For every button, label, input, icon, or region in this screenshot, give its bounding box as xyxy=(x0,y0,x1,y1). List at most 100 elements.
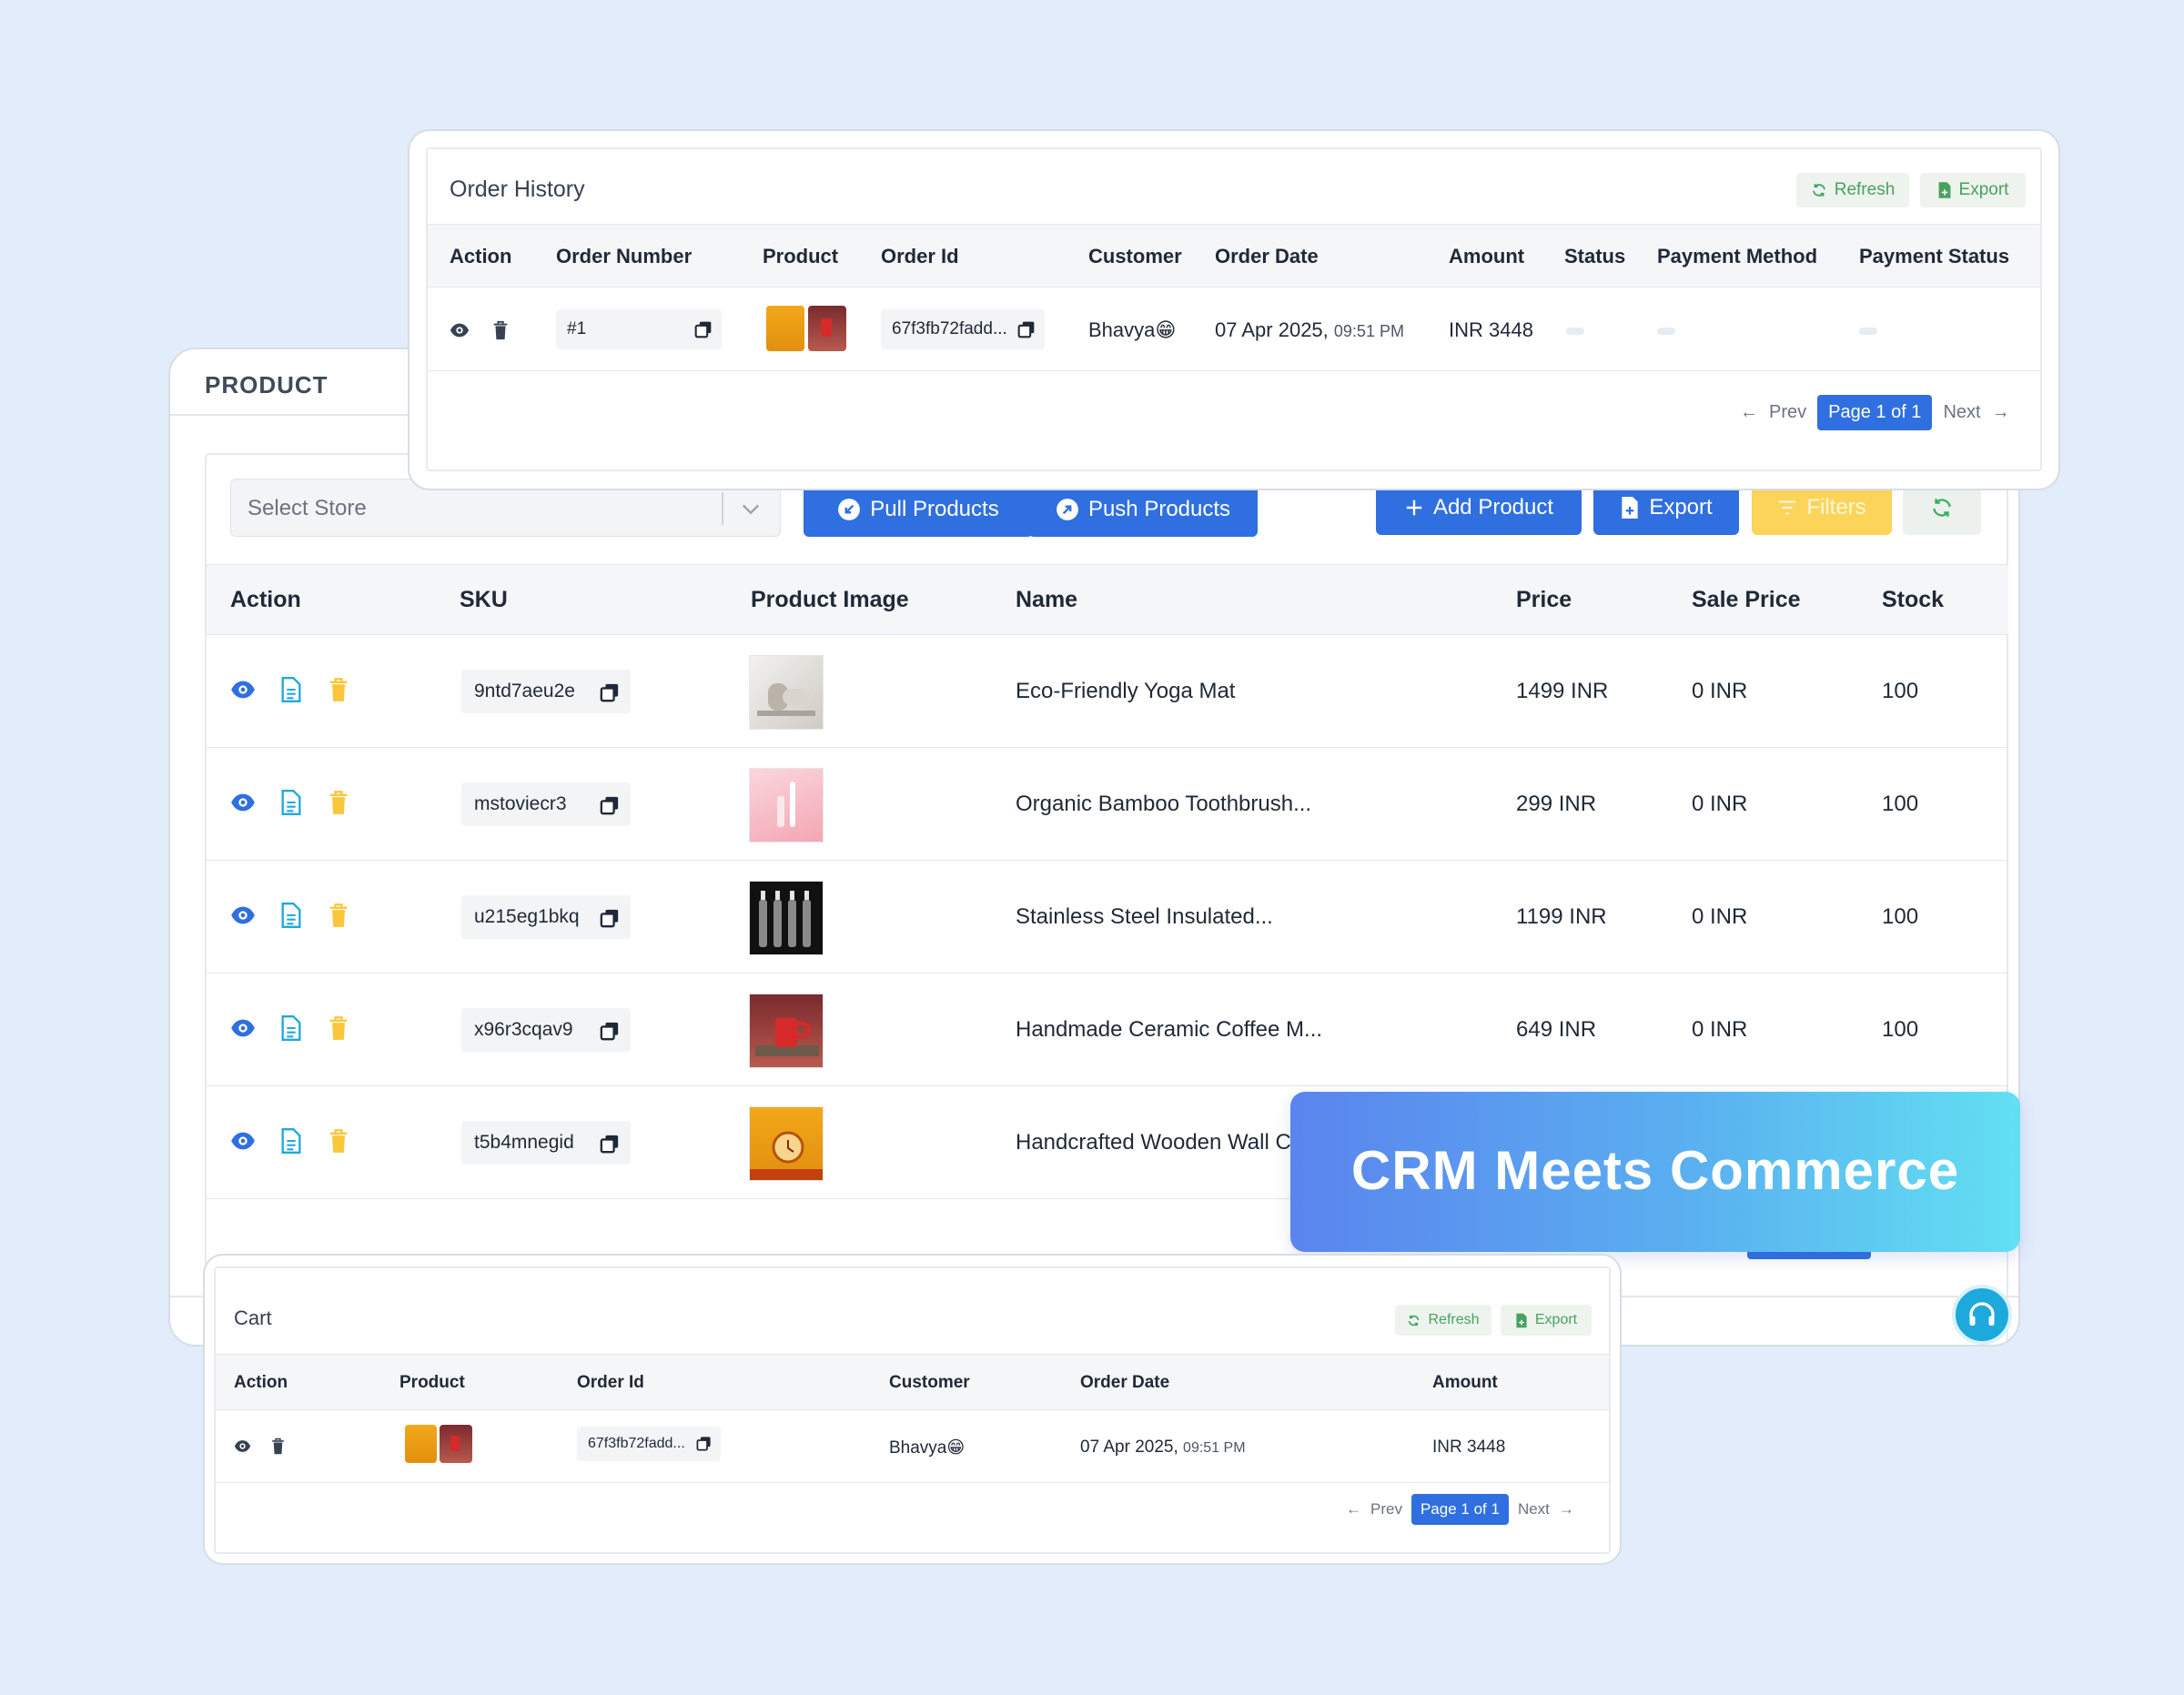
product-image xyxy=(766,306,804,351)
sku-value: t5b4mnegid xyxy=(474,1132,574,1153)
next-arrow-icon[interactable]: → xyxy=(1559,1500,1574,1518)
next-arrow-icon[interactable]: → xyxy=(1992,402,2010,423)
order-number-value: #1 xyxy=(567,319,587,338)
col-customer: Customer xyxy=(889,1373,970,1392)
order-id-chip: 67f3fb72fadd... xyxy=(577,1427,721,1461)
col-product-image: Product Image xyxy=(751,587,909,612)
col-sale-price: Sale Price xyxy=(1692,587,1801,612)
trash-icon[interactable] xyxy=(491,320,510,340)
product-stock: 100 xyxy=(1882,1017,1919,1042)
refresh-icon xyxy=(1933,499,1951,517)
filters-label: Filters xyxy=(1806,495,1866,520)
col-action: Action xyxy=(234,1373,288,1392)
prev-button[interactable]: Prev xyxy=(1769,402,1806,423)
table-row: x96r3cqav9 Handmade Ceramic Coffee M... … xyxy=(207,974,2008,1086)
product-name: Handcrafted Wooden Wall C xyxy=(1016,1130,1291,1155)
eye-icon[interactable] xyxy=(230,1015,256,1041)
headset-icon xyxy=(1969,1302,1995,1326)
product-name: Handmade Ceramic Coffee M... xyxy=(1016,1017,1323,1042)
copy-icon[interactable] xyxy=(1017,320,1036,338)
product-name: Eco-Friendly Yoga Mat xyxy=(1016,679,1236,703)
customer-name: Bhavya😁 xyxy=(1088,318,1177,341)
product-name: Organic Bamboo Toothbrush... xyxy=(1016,792,1312,816)
product-image xyxy=(749,994,824,1068)
trash-icon[interactable] xyxy=(327,677,350,702)
col-sku: SKU xyxy=(460,587,508,612)
copy-icon[interactable] xyxy=(600,795,620,815)
eye-icon[interactable] xyxy=(230,903,256,928)
order-history-title: Order History xyxy=(450,177,585,202)
document-icon[interactable] xyxy=(279,1128,303,1154)
col-order-date: Order Date xyxy=(1080,1373,1170,1392)
prev-button[interactable]: Prev xyxy=(1370,1500,1402,1518)
trash-icon[interactable] xyxy=(327,1128,350,1154)
prev-arrow-icon[interactable]: ← xyxy=(1740,402,1758,423)
export-label: Export xyxy=(1649,495,1713,520)
document-icon[interactable] xyxy=(279,790,303,815)
cart-refresh-button[interactable]: Refresh xyxy=(1395,1305,1491,1336)
col-customer: Customer xyxy=(1088,245,1182,267)
document-icon[interactable] xyxy=(279,677,303,702)
current-page-indicator: Page 1 of 1 xyxy=(1410,1494,1509,1525)
table-row: u215eg1bkq Stainless Steel Insulated... … xyxy=(207,861,2008,974)
document-icon[interactable] xyxy=(279,1015,303,1041)
sku-value: 9ntd7aeu2e xyxy=(474,681,575,701)
copy-icon[interactable] xyxy=(600,908,620,928)
eye-icon[interactable] xyxy=(450,320,470,340)
trash-icon[interactable] xyxy=(327,790,350,815)
order-date: 07 Apr 2025, 09:51 PM xyxy=(1080,1438,1246,1458)
eye-icon[interactable] xyxy=(234,1438,251,1455)
order-time-value: 09:51 PM xyxy=(1183,1440,1246,1456)
table-row: 9ntd7aeu2e Eco-Friendly Yoga Mat 1499 IN… xyxy=(207,635,2008,748)
order-history-panel: Order History Refresh Export Action Orde… xyxy=(408,129,2060,490)
support-button[interactable] xyxy=(1952,1285,2012,1345)
product-image xyxy=(808,306,846,351)
copy-icon[interactable] xyxy=(600,1134,620,1154)
copy-icon[interactable] xyxy=(600,682,620,702)
push-products-button[interactable]: Push Products xyxy=(1028,482,1258,537)
refresh-icon xyxy=(1409,1315,1420,1326)
copy-icon[interactable] xyxy=(696,1436,712,1451)
col-amount: Amount xyxy=(1449,245,1525,267)
copy-icon[interactable] xyxy=(600,1021,620,1041)
prev-arrow-icon[interactable]: ← xyxy=(1346,1500,1361,1518)
trash-icon[interactable] xyxy=(270,1438,286,1455)
col-stock: Stock xyxy=(1882,587,1945,612)
order-history-card: Order History Refresh Export Action Orde… xyxy=(426,147,2042,471)
crm-banner: CRM Meets Commerce xyxy=(1290,1092,2020,1252)
file-export-icon xyxy=(1622,497,1638,519)
product-stock: 100 xyxy=(1882,792,1919,816)
order-refresh-label: Refresh xyxy=(1834,180,1896,199)
filter-icon xyxy=(1779,500,1796,515)
eye-icon[interactable] xyxy=(230,790,256,815)
sku-chip: 9ntd7aeu2e xyxy=(461,670,631,713)
document-icon[interactable] xyxy=(279,903,303,928)
order-date: 07 Apr 2025, 09:51 PM xyxy=(1215,318,1404,342)
product-stock: 100 xyxy=(1882,904,1919,929)
next-button[interactable]: Next xyxy=(1518,1500,1550,1518)
trash-icon[interactable] xyxy=(327,1015,350,1041)
eye-icon[interactable] xyxy=(230,677,256,702)
payment-method-badge xyxy=(1657,328,1675,335)
order-date-value: 07 Apr 2025, xyxy=(1080,1438,1178,1457)
product-price: 299 INR xyxy=(1516,792,1597,816)
trash-icon[interactable] xyxy=(327,903,350,928)
file-export-icon xyxy=(1516,1313,1527,1327)
col-payment-method: Payment Method xyxy=(1657,245,1818,267)
order-id-chip: 67f3fb72fadd... xyxy=(881,309,1045,349)
col-action: Action xyxy=(450,245,512,267)
cart-export-button[interactable]: Export xyxy=(1501,1305,1592,1336)
file-export-icon xyxy=(1938,182,1950,198)
next-button[interactable]: Next xyxy=(1943,402,1980,423)
order-export-button[interactable]: Export xyxy=(1920,173,2026,207)
order-refresh-button[interactable]: Refresh xyxy=(1796,173,1909,207)
sku-value: u215eg1bkq xyxy=(474,906,580,927)
copy-icon[interactable] xyxy=(694,320,713,338)
col-order-number: Order Number xyxy=(556,245,693,267)
eye-icon[interactable] xyxy=(230,1128,256,1154)
pagination: ← Prev Page 1 of 1 Next → xyxy=(1740,395,2010,430)
order-id-value: 67f3fb72fadd... xyxy=(892,319,1007,338)
product-table-header: Action SKU Product Image Name Price Sale… xyxy=(207,564,2008,635)
product-thumbnails xyxy=(766,306,846,351)
pull-products-button[interactable]: Pull Products xyxy=(804,482,1033,537)
